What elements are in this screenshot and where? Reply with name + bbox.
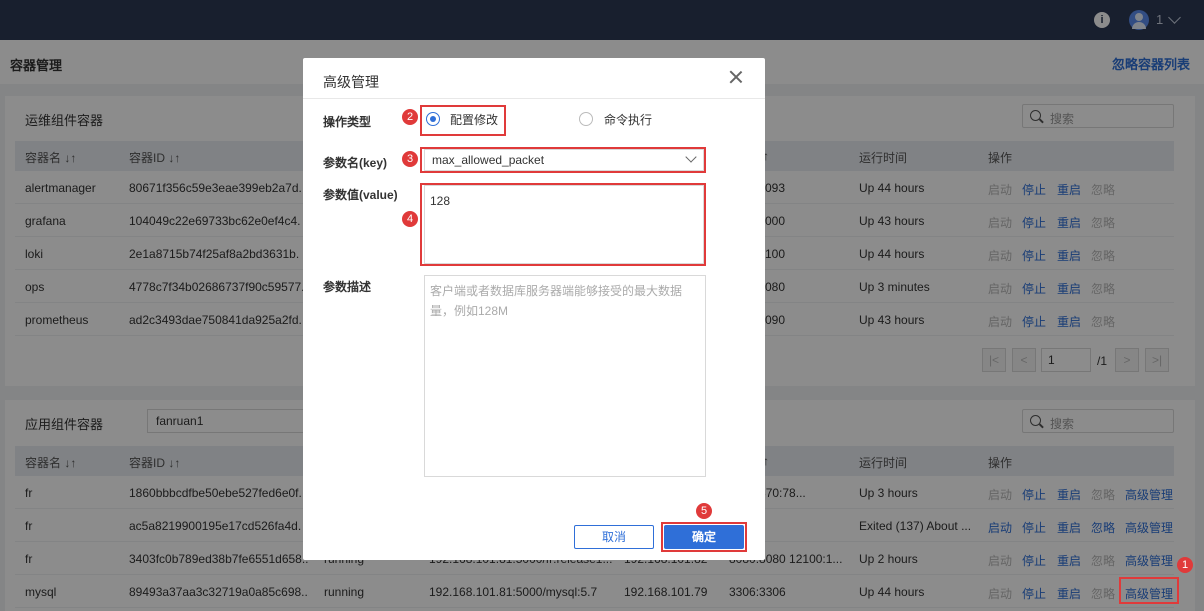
radio-command-exec-label[interactable]: 命令执行 (604, 111, 652, 128)
op-type-label: 操作类型 (323, 115, 372, 129)
step-badge-4: 4 (402, 211, 418, 227)
highlight-key-select (420, 147, 706, 173)
highlight-confirm-button (661, 522, 747, 552)
key-label: 参数名(key) (323, 156, 388, 170)
step-badge-2: 2 (402, 109, 418, 125)
step-badge-1: 1 (1177, 557, 1193, 573)
close-icon[interactable] (728, 69, 744, 85)
dialog-title: 高级管理 (323, 74, 379, 90)
desc-textarea: 客户端或者数据库服务器端能够接受的最大数据量，例如128M (424, 275, 706, 477)
highlight-value-textarea (420, 183, 706, 266)
cancel-button[interactable]: 取消 (574, 525, 654, 549)
step-badge-5: 5 (696, 503, 712, 519)
advanced-manage-dialog: 高级管理 操作类型 配置修改 命令执行 参数名(key) max_allowed… (303, 58, 765, 560)
desc-label: 参数描述 (323, 280, 372, 294)
highlight-config-modify (420, 105, 506, 136)
dialog-header: 高级管理 (303, 58, 765, 99)
highlight-advanced-button (1119, 577, 1179, 604)
step-badge-3: 3 (402, 151, 418, 167)
value-label: 参数值(value) (323, 188, 398, 202)
radio-command-exec[interactable] (579, 112, 593, 126)
